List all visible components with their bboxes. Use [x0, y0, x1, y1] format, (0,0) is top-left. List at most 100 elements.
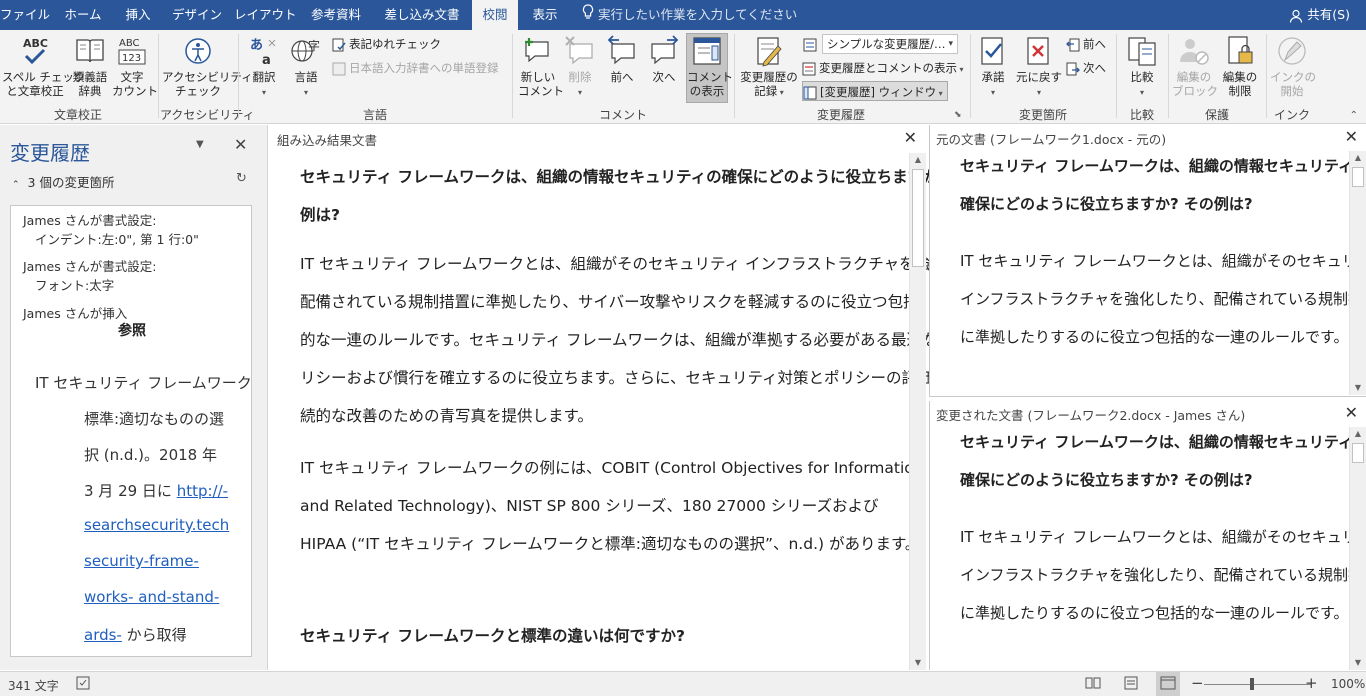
close-icon[interactable]: ✕ — [234, 135, 247, 154]
tell-me-box[interactable]: 実行したい作業を入力してください — [582, 0, 797, 30]
tab-layout[interactable]: レイアウト — [234, 0, 297, 30]
vertical-scrollbar[interactable]: ▲ ▼ — [1349, 151, 1366, 395]
spell-check-icon: ABC — [23, 37, 48, 65]
next-comment-button[interactable]: 次へ — [644, 34, 684, 84]
doc-line: セキュリティ フレームワークと標準の違いは何ですか? — [300, 627, 685, 645]
ribbon-divider — [734, 34, 735, 118]
scroll-down-arrow-icon[interactable]: ▼ — [910, 656, 926, 670]
ribbon-divider — [158, 34, 159, 118]
combined-document-pane: 組み込み結果文書 ✕ セキュリティ フレームワークは、組織の情報セキュリティの確… — [269, 125, 1007, 670]
close-icon[interactable]: ✕ — [1345, 403, 1358, 422]
web-layout-icon[interactable] — [1156, 672, 1180, 696]
translate-button[interactable]: あa 翻訳 ▾ — [244, 34, 284, 100]
scrollbar-thumb[interactable] — [912, 169, 924, 267]
doc-line: インフラストラクチャを強化したり、配備されている規制措置 — [960, 566, 1366, 584]
tab-view[interactable]: 表示 — [524, 0, 566, 30]
next-comment-label: 次へ — [652, 70, 676, 84]
zoom-in-button[interactable]: + — [1305, 674, 1318, 692]
revision-item[interactable]: James さんが書式設定: フォント:太字 — [23, 257, 156, 295]
proofing-status-icon[interactable] — [76, 676, 90, 693]
reviewing-pane-button[interactable]: [変更履歴] ウィンドウ ▾ — [802, 81, 948, 101]
accessibility-check-button[interactable]: アクセシビリティ チェック — [162, 34, 253, 98]
inserted-text-line: IT セキュリティ フレームワークと — [35, 374, 252, 392]
dictionary-register-button[interactable]: 日本語入力辞書への単語登録 — [332, 58, 499, 78]
zoom-out-button[interactable]: − — [1191, 674, 1204, 692]
compare-button[interactable]: 比較 ▾ — [1122, 34, 1162, 100]
close-icon[interactable]: ✕ — [1345, 127, 1358, 146]
group-tracking: 変更履歴の 記録 ▾ シンプルな変更履歴/… ▾ 変更履歴とコメントの表示 ▾ [… — [736, 30, 968, 124]
reference-link[interactable]: searchsecurity.tech — [84, 516, 229, 534]
orthography-check-button[interactable]: 表記ゆれチェック — [332, 34, 441, 54]
tab-references[interactable]: 参考資料 — [304, 0, 368, 30]
accept-button[interactable]: 承諾 ▾ — [974, 34, 1012, 100]
dialog-launcher-icon[interactable]: ⬊ — [954, 110, 962, 120]
revision-item[interactable]: James さんが書式設定: インデント:左:0", 第 1 行:0" — [23, 211, 199, 249]
reference-link[interactable]: http://- — [177, 482, 228, 500]
restrict-editing-button[interactable]: 編集の 制限 — [1218, 34, 1262, 98]
thesaurus-button[interactable]: 類義語 辞典 — [70, 34, 110, 98]
scrollbar-thumb[interactable] — [1352, 167, 1364, 187]
reference-link[interactable]: works- and-stand- — [84, 588, 219, 606]
tab-design[interactable]: デザイン — [168, 0, 226, 30]
start-inking-button[interactable]: インクの 開始 — [1270, 34, 1316, 98]
show-comments-button[interactable]: コメント の表示 — [686, 33, 733, 103]
pane-options-chevron-icon[interactable]: ▼ — [196, 139, 204, 150]
scroll-up-arrow-icon[interactable]: ▲ — [910, 153, 926, 167]
revisions-pane-title: 変更履歴 — [10, 141, 90, 165]
tab-insert[interactable]: 挿入 — [116, 0, 160, 30]
read-mode-icon[interactable] — [1085, 676, 1101, 693]
revised-document-header: 変更された文書 (フレームワーク2.docx - James さん) — [936, 408, 1246, 423]
tab-home[interactable]: ホーム — [58, 0, 108, 30]
language-button[interactable]: 字 言語 ▾ — [286, 34, 326, 100]
scroll-down-arrow-icon[interactable]: ▼ — [1350, 656, 1366, 670]
revisions-count[interactable]: ⌃ 3 個の変更箇所 — [12, 172, 114, 191]
chevron-down-icon: ▾ — [577, 88, 582, 97]
doc-line: リシーおよび慣行を確立するのに役立ちます。さらに、セキュリティ対策とポリシーの評… — [300, 369, 964, 387]
svg-text:a: a — [262, 53, 271, 68]
group-label-tracking: 変更履歴 — [816, 108, 865, 122]
tab-review[interactable]: 校閲 — [472, 0, 518, 30]
reject-button[interactable]: 元に戻す ▾ — [1014, 34, 1064, 100]
scroll-up-arrow-icon[interactable]: ▲ — [1350, 427, 1366, 441]
markup-display-dropdown[interactable]: シンプルな変更履歴/… ▾ — [802, 34, 966, 54]
pen-icon — [1278, 37, 1306, 65]
word-count-button[interactable]: ABC 123 文字 カウント — [112, 34, 158, 98]
spelling-grammar-button[interactable]: ABC スペル チェック と文章校正 — [2, 34, 85, 98]
next-change-button[interactable]: 次へ — [1066, 58, 1106, 78]
share-button[interactable]: 共有(S) — [1289, 0, 1350, 30]
scroll-up-arrow-icon[interactable]: ▲ — [1350, 151, 1366, 165]
previous-comment-button[interactable]: 前へ — [602, 34, 642, 84]
scrollbar-thumb[interactable] — [1352, 443, 1364, 463]
show-markup-button[interactable]: 変更履歴とコメントの表示 ▾ — [802, 58, 964, 78]
word-window: ファイル ホーム 挿入 デザイン レイアウト 参考資料 差し込み文書 校閲 表示… — [0, 0, 1366, 696]
zoom-slider[interactable] — [1204, 684, 1312, 685]
zoom-slider-thumb[interactable] — [1250, 678, 1254, 690]
tab-file[interactable]: ファイル — [0, 0, 50, 30]
scroll-down-arrow-icon[interactable]: ▼ — [1350, 381, 1366, 395]
tab-mailings[interactable]: 差し込み文書 — [380, 0, 464, 30]
markup-display-combo[interactable]: シンプルな変更履歴/… ▾ — [822, 34, 958, 54]
reference-link[interactable]: security-frame- — [84, 552, 199, 570]
doc-line: IT セキュリティ フレームワークとは、組織がそのセキュリティ — [960, 528, 1366, 546]
delete-comment-button[interactable]: 削除 ▾ — [562, 34, 598, 100]
vertical-scrollbar[interactable]: ▲ ▼ — [909, 153, 926, 670]
ribbon-divider — [512, 34, 513, 118]
chevron-down-icon: ▾ — [990, 88, 995, 97]
close-icon[interactable]: ✕ — [904, 128, 917, 147]
reference-link[interactable]: ards- — [84, 626, 122, 644]
zoom-level[interactable]: 100% — [1331, 677, 1365, 691]
svg-text:ABC: ABC — [23, 37, 48, 50]
vertical-scrollbar[interactable]: ▲ ▼ — [1349, 427, 1366, 670]
print-layout-icon[interactable] — [1123, 676, 1139, 693]
previous-change-button[interactable]: 前へ — [1066, 34, 1106, 54]
refresh-icon[interactable]: ↻ — [236, 171, 247, 186]
new-comment-button[interactable]: 新しい コメント — [518, 34, 564, 98]
word-count-status[interactable]: 341 文字 — [8, 677, 59, 694]
compare-icon — [1128, 37, 1156, 66]
group-proofing: ABC スペル チェック と文章校正 類義語 辞典 ABC 123 文字 カウント… — [0, 30, 158, 124]
block-authors-button[interactable]: 編集の ブロック — [1172, 34, 1218, 98]
track-changes-button[interactable]: 変更履歴の 記録 ▾ — [738, 34, 800, 100]
accessibility-icon — [185, 38, 211, 64]
collapse-ribbon-icon[interactable]: ⌃ — [1350, 110, 1358, 121]
lightbulb-icon — [582, 1, 594, 31]
